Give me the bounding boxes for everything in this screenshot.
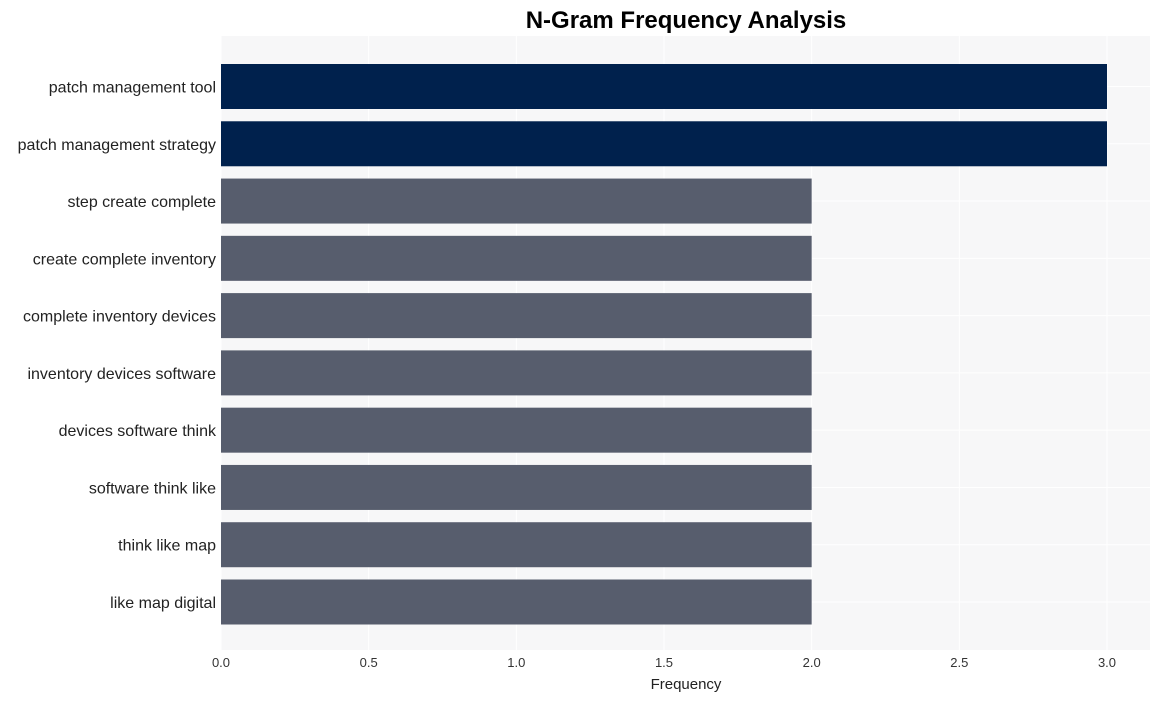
y-tick-label: inventory devices software	[27, 366, 216, 383]
x-tick-label: 0.5	[360, 655, 378, 670]
x-tick-label: 0.0	[212, 655, 230, 670]
ngram-bar-chart: N-Gram Frequency Analysis patch manageme…	[18, 7, 1150, 693]
y-tick-label: patch management tool	[49, 80, 216, 97]
y-tick-label: think like map	[118, 538, 216, 555]
bar-complete-inventory-devices	[221, 293, 812, 339]
x-tick-label: 2.0	[803, 655, 821, 670]
y-tick-label: create complete inventory	[33, 251, 216, 268]
y-tick-label: software think like	[89, 480, 216, 497]
y-tick-label: complete inventory devices	[23, 309, 216, 326]
y-tick-label: devices software think	[59, 423, 217, 440]
bar-patch-management-tool	[221, 64, 1107, 109]
x-axis-label: Frequency	[651, 676, 722, 693]
x-tick-label: 2.5	[950, 655, 968, 670]
x-axis-ticks: 0.0 0.5 1.0 1.5 2.0 2.5 3.0	[212, 655, 1116, 670]
bar-think-like-map	[221, 522, 812, 568]
bar-patch-management-strategy	[221, 121, 1107, 167]
chart-title: N-Gram Frequency Analysis	[526, 7, 847, 34]
y-tick-label: patch management strategy	[18, 137, 216, 154]
bar-create-complete-inventory	[221, 235, 812, 281]
y-tick-label: like map digital	[110, 595, 216, 612]
bar-like-map-digital	[221, 579, 812, 625]
y-axis-labels: patch management tool patch management st…	[18, 80, 217, 613]
bar-devices-software-think	[221, 407, 812, 453]
x-tick-label: 3.0	[1098, 655, 1116, 670]
bar-step-create-complete	[221, 178, 812, 224]
bar-inventory-devices-software	[221, 350, 812, 396]
bar-software-think-like	[221, 464, 812, 510]
x-tick-label: 1.0	[507, 655, 525, 670]
x-tick-label: 1.5	[655, 655, 673, 670]
y-tick-label: step create complete	[67, 194, 216, 211]
